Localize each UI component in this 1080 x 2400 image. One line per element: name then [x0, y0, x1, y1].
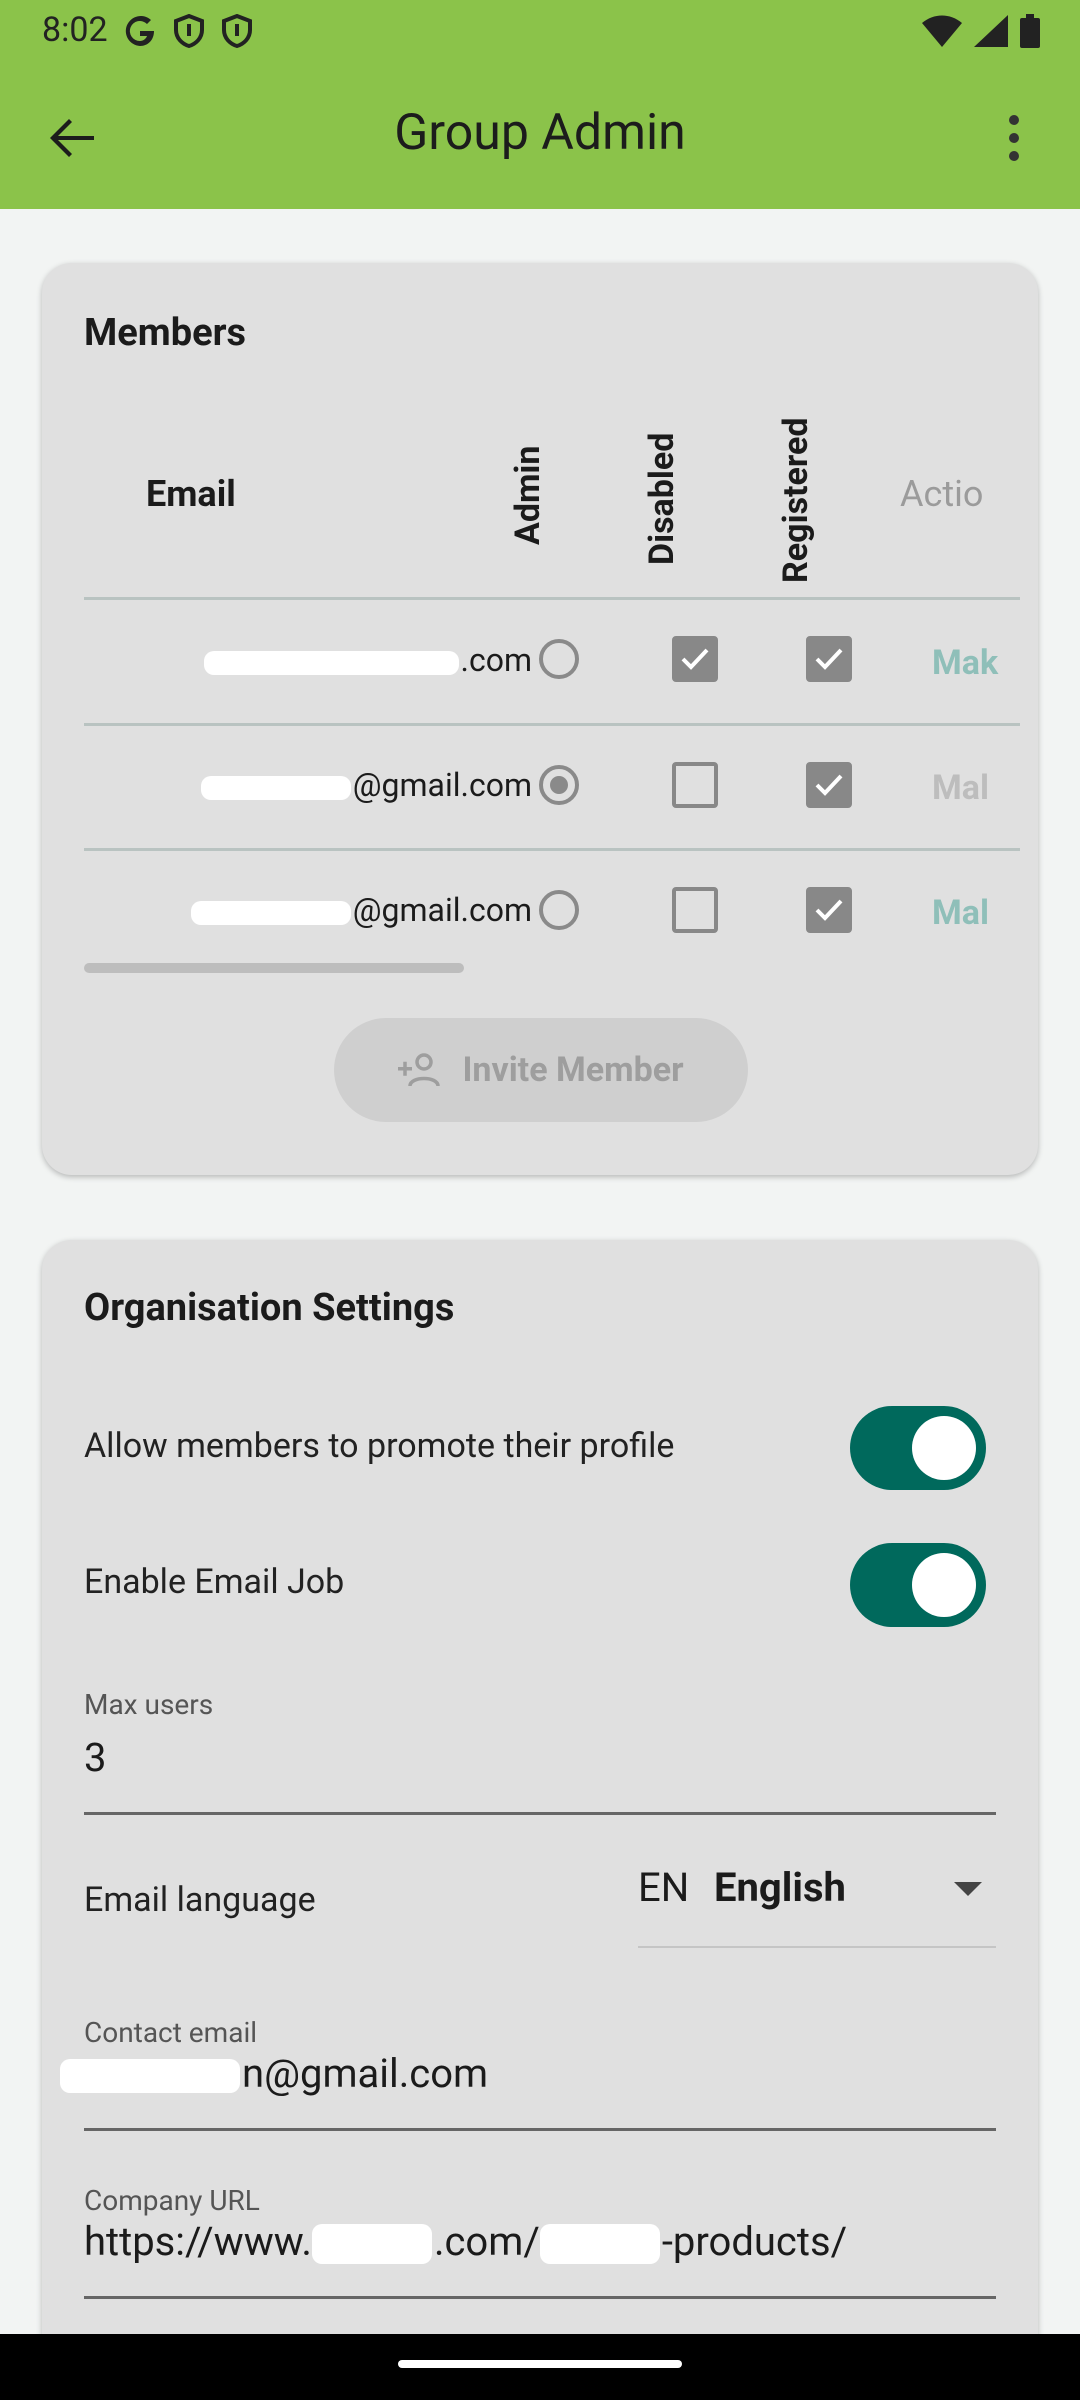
disabled-checkbox[interactable]: [672, 887, 718, 933]
organisation-settings-card: Organisation Settings Allow members to p…: [42, 1240, 1038, 2400]
promote-profile-switch[interactable]: [850, 1406, 986, 1490]
table-divider: [84, 597, 1020, 600]
redacted-text: [200, 775, 351, 800]
column-header-registered: Registered: [776, 417, 816, 583]
table-divider: [84, 848, 1020, 851]
invite-member-button[interactable]: Invite Member: [334, 1018, 748, 1122]
signal-icon: [974, 15, 1008, 47]
settings-title: Organisation Settings: [84, 1286, 455, 1330]
email-job-label: Enable Email Job: [84, 1562, 345, 1602]
admin-radio[interactable]: [539, 765, 579, 805]
home-gesture-handle[interactable]: [398, 2360, 682, 2368]
company-url-label: Company URL: [84, 2184, 260, 2217]
contact-email-input[interactable]: n@gmail.com: [60, 2050, 488, 2097]
column-header-admin: Admin: [508, 445, 548, 546]
invite-member-label: Invite Member: [462, 1050, 684, 1090]
member-email: .com: [112, 641, 532, 679]
max-users-underline: [84, 1812, 996, 1815]
promote-profile-label: Allow members to promote their profile: [84, 1426, 675, 1466]
wifi-icon: [922, 15, 962, 47]
person-add-icon: [398, 1053, 441, 1087]
registered-checkbox[interactable]: [806, 762, 852, 808]
member-email: @gmail.com: [112, 891, 532, 929]
members-card: Members Email Admin Disabled Registered …: [42, 263, 1038, 1175]
email-job-switch[interactable]: [850, 1543, 986, 1627]
dropdown-arrow-icon: [954, 1882, 982, 1896]
redacted-text: [60, 2059, 240, 2094]
redacted-text: [203, 650, 459, 675]
table-divider: [84, 723, 1020, 726]
language-code: EN: [638, 1864, 690, 1911]
member-email: @gmail.com: [112, 766, 532, 804]
disabled-checkbox[interactable]: [672, 762, 718, 808]
app-bar: 8:02 Group Admin: [0, 0, 1080, 209]
email-language-label: Email language: [84, 1880, 316, 1920]
admin-radio[interactable]: [539, 639, 579, 679]
status-bar: 8:02: [0, 0, 1080, 62]
make-admin-button[interactable]: Mal: [932, 768, 1022, 808]
make-admin-button[interactable]: Mak: [932, 643, 1022, 683]
company-url-underline: [84, 2296, 996, 2299]
redacted-text: [311, 2224, 432, 2265]
column-header-actions: Actio: [900, 473, 984, 515]
max-users-input[interactable]: 3: [84, 1734, 106, 1781]
shield-icon: [174, 14, 204, 48]
shield-icon: [222, 14, 252, 48]
email-language-dropdown[interactable]: EN English: [638, 1858, 996, 1948]
google-g-icon: [125, 16, 154, 46]
status-time: 8:02: [42, 10, 108, 50]
battery-icon: [1020, 14, 1040, 48]
page-title: Group Admin: [394, 104, 686, 162]
max-users-label: Max users: [84, 1688, 214, 1721]
admin-radio[interactable]: [539, 890, 579, 930]
column-header-email: Email: [146, 473, 236, 515]
redacted-text: [539, 2224, 660, 2265]
more-vert-icon[interactable]: [982, 106, 1046, 170]
system-navigation-bar: [0, 2334, 1080, 2400]
disabled-checkbox[interactable]: [672, 636, 718, 682]
contact-email-underline: [84, 2128, 996, 2131]
contact-email-label: Contact email: [84, 2016, 258, 2049]
make-admin-button[interactable]: Mal: [932, 893, 1022, 933]
horizontal-scrollbar[interactable]: [84, 963, 464, 973]
redacted-text: [190, 900, 351, 925]
dropdown-underline: [638, 1946, 996, 1948]
column-header-disabled: Disabled: [642, 432, 682, 565]
language-name: English: [714, 1864, 846, 1911]
company-url-input[interactable]: https://www. .com/-products/: [84, 2218, 847, 2265]
registered-checkbox[interactable]: [806, 887, 852, 933]
members-title: Members: [84, 311, 247, 355]
registered-checkbox[interactable]: [806, 636, 852, 682]
